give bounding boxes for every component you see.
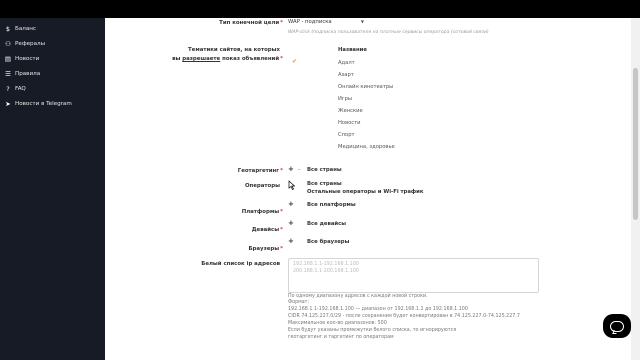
ip-note: Если будут указаны промежутки белого спи… xyxy=(288,328,457,333)
ip-note: геотаргетинг и таргетинг по операторам xyxy=(288,335,394,340)
topic-item[interactable]: Азарт xyxy=(338,72,354,78)
ip-note: 192.168.1.1-192.168.1.100 — диапазон от … xyxy=(288,307,468,312)
ip-note: По одному диапазону адресов с каждой нов… xyxy=(288,294,428,299)
geotargeting-value: Все страны xyxy=(307,167,342,173)
ip-note: Максимальное кол-во диапазонов: 500 xyxy=(288,321,387,326)
operators-value: Все страны xyxy=(307,181,342,187)
chevron-down-icon: ▼ xyxy=(360,19,364,24)
topic-item[interactable]: Адалт xyxy=(338,60,355,66)
campaign-form: Тип конечной цели* WAP - подписка ▼ WAP-… xyxy=(0,18,640,360)
devices-expand-button[interactable]: + xyxy=(288,219,294,227)
top-bar xyxy=(0,0,640,18)
platforms-label: Платформы* xyxy=(241,209,283,215)
operators-label: Операторы xyxy=(244,183,280,189)
chat-button[interactable] xyxy=(603,314,631,338)
dash-icon: – xyxy=(298,167,301,173)
ip-whitelist-label: Белый список ip адресов xyxy=(201,261,280,267)
end-target-value: WAP - подписка xyxy=(288,18,332,25)
platforms-value: Все платформы xyxy=(307,202,356,208)
end-target-label: Тип конечной цели* xyxy=(219,20,283,26)
chat-bubble-icon xyxy=(610,320,624,332)
browsers-label: Браузеры* xyxy=(248,246,283,252)
topic-item[interactable]: Женские xyxy=(338,108,363,114)
check-icon[interactable]: ✔ xyxy=(292,58,297,65)
devices-label: Девайсы* xyxy=(251,227,283,233)
topics-label-line1: Тематики сайтов, на которых xyxy=(187,47,280,53)
devices-value: Все девайсы xyxy=(307,221,347,227)
platforms-expand-button[interactable]: + xyxy=(288,200,294,208)
ip-note: Формат: xyxy=(288,300,310,305)
ip-note: CIDR 74.125.227.0/29 - после сохранения … xyxy=(288,314,520,319)
scrollbar-thumb[interactable] xyxy=(633,68,638,220)
browsers-expand-button[interactable]: + xyxy=(288,237,294,245)
allow-link: разрешаете xyxy=(182,56,221,62)
end-target-select[interactable]: WAP - подписка ▼ xyxy=(288,18,368,26)
topic-item[interactable]: Новости xyxy=(338,120,361,126)
topics-label-line2: вы разрешаете показ объявлений* xyxy=(172,56,283,62)
ip-whitelist-textarea[interactable]: 192.168.1.1-192.168.1.100 200.168.1.1-20… xyxy=(288,258,539,293)
topic-item[interactable]: Онлайн кинотеатры xyxy=(338,84,393,90)
geotargeting-label: Геотаргетинг* xyxy=(237,168,283,174)
topic-item[interactable]: Медицина, здоровье xyxy=(338,144,395,150)
geotargeting-expand-button[interactable]: + xyxy=(288,165,294,173)
operators-value-2: Остальные операторы и Wi-Fi трафик xyxy=(307,189,424,195)
topics-column-header: Название xyxy=(338,47,367,53)
end-target-hint: WAP-click (подписка пользователя на плат… xyxy=(288,30,489,35)
browsers-value: Все браузеры xyxy=(307,239,350,245)
topic-item[interactable]: Спорт xyxy=(338,132,355,138)
topic-item[interactable]: Игры xyxy=(338,96,352,102)
page-scrollbar[interactable] xyxy=(631,18,640,360)
